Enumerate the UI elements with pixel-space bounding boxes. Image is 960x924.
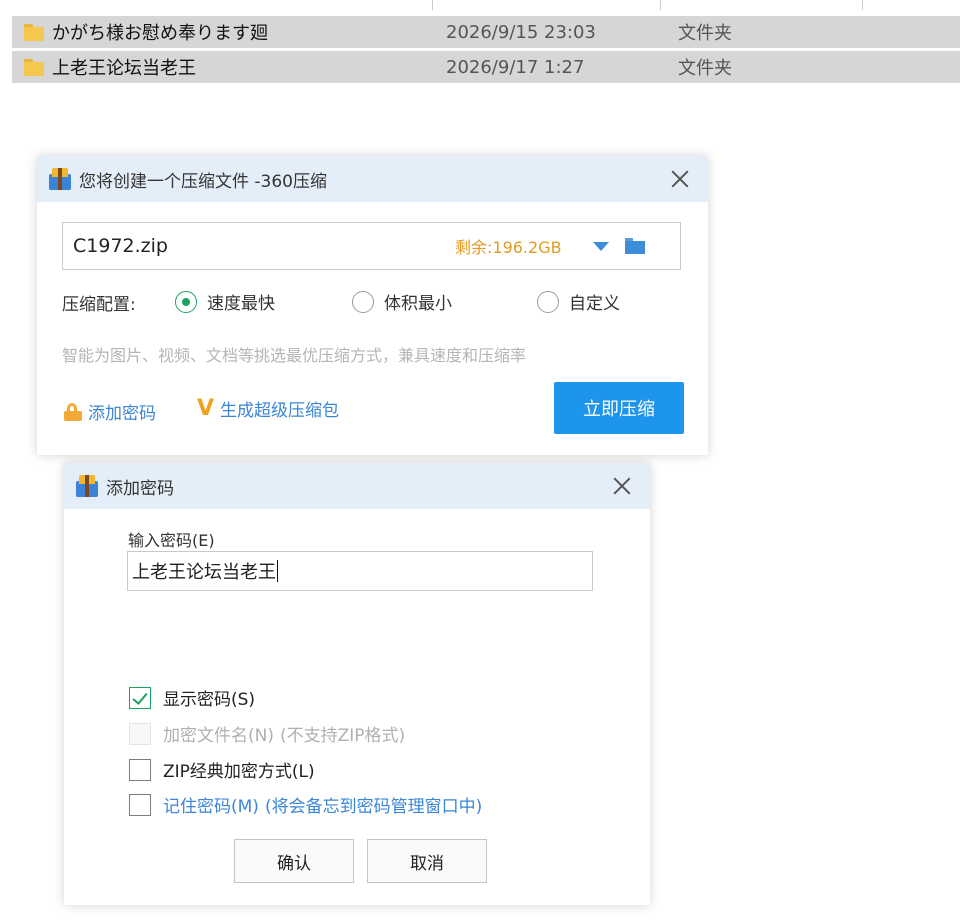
show-password-checkbox[interactable]: 显示密码(S) [129,685,255,710]
radio-selected-icon [175,290,197,313]
compression-hint: 智能为图片、视频、文档等挑选最优压缩方式，兼具速度和压缩率 [62,346,527,365]
compress-now-button[interactable]: 立即压缩 [554,382,684,434]
close-icon[interactable] [668,167,692,191]
checkbox-unchecked-icon [129,758,151,781]
archive-path-field[interactable]: 剩余:196.2GB [62,222,681,270]
file-row[interactable]: かがち様お慰め奉ります廻 2026/9/15 23:03 文件夹 [12,16,960,48]
checkbox-label: 显示密码(S) [163,690,256,710]
password-input-label: 输入密码(E) [128,531,215,550]
compression-config-label: 压缩配置: [62,295,136,315]
column-divider [432,0,433,10]
compress-dialog: 您将创建一个压缩文件 -360压缩 剩余:196.2GB 压缩配置: 速度最快 … [37,156,708,455]
close-icon[interactable] [610,474,634,498]
super-pack-link[interactable]: V 生成超级压缩包 [197,396,339,421]
remember-password-checkbox[interactable]: 记住密码(M) (将会备忘到密码管理窗口中) [129,792,482,817]
ok-button[interactable]: 确认 [234,839,354,883]
lock-icon [64,402,82,421]
file-row[interactable]: 上老王论坛当老王 2026/9/17 1:27 文件夹 [12,51,960,83]
checkbox-label: ZIP经典加密方式(L) [163,762,315,782]
file-type: 文件夹 [678,58,732,79]
v-badge-icon: V [197,396,215,421]
checkbox-label: 加密文件名(N) [163,726,274,746]
add-password-link[interactable]: 添加密码 [64,399,156,424]
password-dialog-titlebar[interactable]: 添加密码 [64,463,650,509]
file-date: 2026/9/17 1:27 [446,56,585,78]
dropdown-arrow-icon[interactable] [593,241,609,251]
zip-classic-encryption-checkbox[interactable]: ZIP经典加密方式(L) [129,757,315,782]
checkbox-disabled-icon [129,722,151,745]
checkbox-label: 记住密码(M) [163,797,259,817]
compress-dialog-title: 您将创建一个压缩文件 -360压缩 [79,171,327,192]
column-divider [862,0,863,10]
archive-name-input[interactable] [71,234,455,258]
radio-unselected-icon [537,290,559,313]
folder-icon [24,23,44,41]
radio-custom[interactable]: 自定义 [537,289,620,314]
add-password-label: 添加密码 [88,404,156,424]
column-divider [660,0,661,10]
password-dialog-title: 添加密码 [106,478,174,499]
checkmark-icon [129,686,151,709]
browse-folder-icon[interactable] [625,238,645,254]
radio-smallest[interactable]: 体积最小 [352,289,452,314]
compress-dialog-titlebar[interactable]: 您将创建一个压缩文件 -360压缩 [37,156,708,202]
password-dialog: 添加密码 输入密码(E) 上老王论坛当老王 显示密码(S) 加密文件名(N) (… [64,463,650,905]
folder-icon [24,58,44,76]
checkbox-note: (不支持ZIP格式) [279,726,406,746]
password-value: 上老王论坛当老王 [132,562,276,583]
radio-label: 体积最小 [384,294,452,314]
radio-label: 速度最快 [207,294,275,314]
archive-app-icon [49,168,71,190]
file-date: 2026/9/15 23:03 [446,21,596,43]
checkbox-note: (将会备忘到密码管理窗口中) [264,797,483,817]
encrypt-filename-checkbox: 加密文件名(N) (不支持ZIP格式) [129,721,405,746]
archive-app-icon [76,475,98,497]
super-pack-label: 生成超级压缩包 [220,401,340,421]
cancel-button[interactable]: 取消 [367,839,487,883]
checkbox-unchecked-icon [129,793,151,816]
radio-unselected-icon [352,290,374,313]
remaining-space-label: 剩余:196.2GB [455,238,562,257]
file-name: 上老王论坛当老王 [52,58,196,79]
password-input[interactable]: 上老王论坛当老王 [127,551,593,591]
radio-label: 自定义 [569,294,620,314]
file-name: かがち様お慰め奉ります廻 [52,23,268,44]
file-type: 文件夹 [678,23,732,44]
text-caret [277,560,278,582]
radio-fastest[interactable]: 速度最快 [175,289,275,314]
